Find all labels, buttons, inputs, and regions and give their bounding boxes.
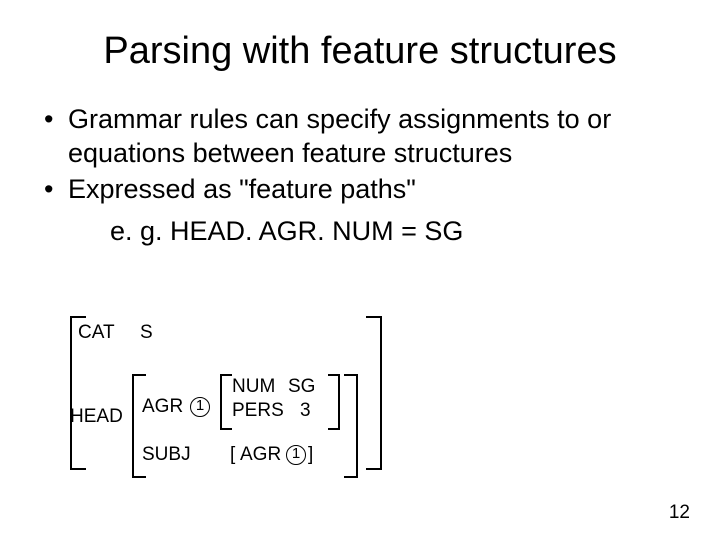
slide-title: Parsing with feature structures [40, 30, 680, 73]
bracket-head-right [344, 374, 358, 478]
page-number: 12 [669, 502, 690, 524]
bracket-outer-right [366, 316, 382, 470]
bullet-item: Grammar rules can specify assignments to… [40, 103, 680, 171]
subj-label: SUBJ [142, 444, 191, 466]
cat-value: S [140, 322, 153, 344]
num-value: SG [288, 376, 315, 398]
agr-label: AGR [142, 396, 183, 418]
subj-agr-label: AGR [240, 444, 281, 466]
pers-value: 3 [300, 400, 311, 422]
tag-circle: 1 [286, 445, 306, 465]
cat-label: CAT [78, 322, 115, 344]
tag-circle: 1 [190, 397, 210, 417]
pers-label: PERS [232, 400, 284, 422]
subj-bracket-open: [ [230, 444, 235, 466]
example-line: e. g. HEAD. AGR. NUM = SG [110, 216, 680, 247]
slide: Parsing with feature structures Grammar … [0, 0, 720, 540]
head-label: HEAD [70, 406, 123, 428]
bullet-item: Expressed as "feature paths" [40, 173, 680, 207]
bullet-list: Grammar rules can specify assignments to… [40, 103, 680, 206]
num-label: NUM [232, 376, 275, 398]
bracket-num-left [220, 374, 232, 430]
subj-bracket-close: ] [308, 444, 313, 466]
bracket-num-right [328, 374, 340, 430]
